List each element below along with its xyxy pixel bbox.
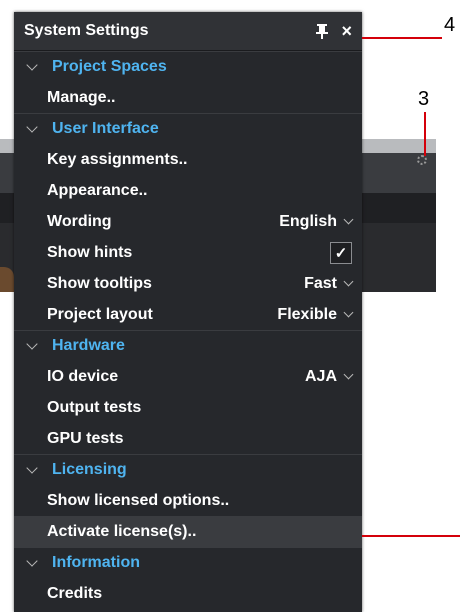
menu-item-gpu-tests[interactable]: GPU tests bbox=[14, 423, 362, 454]
section-label: User Interface bbox=[52, 120, 159, 137]
item-label: Output tests bbox=[47, 398, 142, 416]
item-label: Wording bbox=[47, 212, 112, 230]
panel-titlebar: System Settings × bbox=[14, 12, 362, 51]
chevron-down-icon bbox=[26, 120, 38, 133]
io-device-dropdown[interactable]: AJA bbox=[305, 368, 337, 386]
section-information[interactable]: Information bbox=[14, 547, 362, 578]
menu-item-manage[interactable]: Manage.. bbox=[14, 82, 362, 113]
menu-item-appearance[interactable]: Appearance.. bbox=[14, 175, 362, 206]
pin-icon[interactable] bbox=[315, 22, 329, 40]
chevron-down-icon bbox=[26, 554, 38, 567]
item-label: Show tooltips bbox=[47, 274, 152, 292]
chevron-down-icon[interactable] bbox=[343, 369, 354, 379]
section-hardware[interactable]: Hardware bbox=[14, 330, 362, 361]
project-layout-row: Project layout Flexible bbox=[14, 299, 362, 330]
item-label: Show hints bbox=[47, 243, 133, 261]
show-hints-row: Show hints ✓ bbox=[14, 237, 362, 268]
section-label: Licensing bbox=[52, 461, 127, 478]
item-label: Project layout bbox=[47, 305, 153, 323]
show-tooltips-dropdown[interactable]: Fast bbox=[304, 275, 337, 293]
section-licensing[interactable]: Licensing bbox=[14, 454, 362, 485]
chevron-down-icon bbox=[26, 461, 38, 474]
item-label: GPU tests bbox=[47, 429, 124, 447]
item-label: Credits bbox=[47, 584, 103, 602]
background-thumbnail bbox=[0, 267, 14, 292]
section-user-interface[interactable]: User Interface bbox=[14, 113, 362, 144]
panel-title: System Settings bbox=[24, 22, 149, 39]
section-label: Information bbox=[52, 554, 140, 571]
close-icon[interactable]: × bbox=[341, 22, 352, 40]
chevron-down-icon bbox=[26, 337, 38, 350]
item-label: Appearance.. bbox=[47, 181, 148, 199]
chevron-down-icon[interactable] bbox=[343, 276, 354, 286]
callout-line-activate bbox=[362, 535, 460, 537]
item-label: Key assignments.. bbox=[47, 150, 188, 168]
project-layout-dropdown[interactable]: Flexible bbox=[277, 306, 337, 324]
menu-item-show-licensed-options[interactable]: Show licensed options.. bbox=[14, 485, 362, 516]
menu-item-activate-licenses[interactable]: Activate license(s).. bbox=[14, 516, 362, 547]
show-hints-checkbox[interactable]: ✓ bbox=[330, 241, 352, 264]
io-device-row: IO device AJA bbox=[14, 361, 362, 392]
callout-line-4 bbox=[362, 37, 442, 39]
section-label: Hardware bbox=[52, 337, 125, 354]
wording-row: Wording English bbox=[14, 206, 362, 237]
item-label: IO device bbox=[47, 367, 119, 385]
callout-number-3: 3 bbox=[418, 88, 430, 110]
menu-item-output-tests[interactable]: Output tests bbox=[14, 392, 362, 423]
item-label: Activate license(s).. bbox=[47, 522, 197, 540]
gear-icon[interactable] bbox=[417, 155, 427, 165]
menu-item-key-assignments[interactable]: Key assignments.. bbox=[14, 144, 362, 175]
chevron-down-icon bbox=[26, 58, 38, 71]
callout-number-4: 4 bbox=[444, 14, 456, 36]
section-label: Project Spaces bbox=[52, 58, 167, 75]
item-label: Manage.. bbox=[47, 88, 116, 106]
show-tooltips-row: Show tooltips Fast bbox=[14, 268, 362, 299]
item-label: Show licensed options.. bbox=[47, 491, 230, 509]
chevron-down-icon[interactable] bbox=[343, 214, 354, 224]
system-settings-panel: System Settings × Project Spaces Manage.… bbox=[14, 12, 362, 612]
menu-item-credits[interactable]: Credits bbox=[14, 578, 362, 609]
section-project-spaces[interactable]: Project Spaces bbox=[14, 51, 362, 82]
chevron-down-icon[interactable] bbox=[343, 307, 354, 317]
callout-line-3 bbox=[424, 112, 426, 156]
wording-dropdown[interactable]: English bbox=[279, 213, 337, 231]
